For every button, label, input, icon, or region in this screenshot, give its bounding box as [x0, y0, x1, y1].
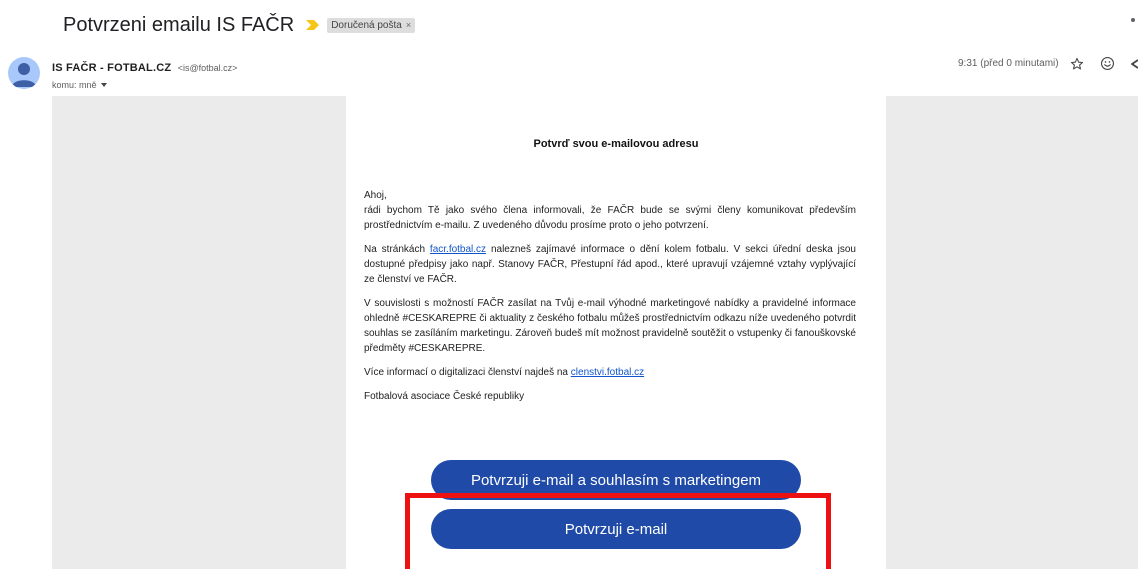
- person-avatar-icon: [8, 57, 40, 89]
- sender-block: IS FAČR - FOTBAL.CZ <is@fotbal.cz> komu:…: [52, 58, 237, 90]
- importance-marker-icon[interactable]: [306, 20, 320, 30]
- greeting: Ahoj,: [364, 190, 387, 201]
- website-text-before: Na stránkách: [364, 244, 430, 255]
- timestamp: 9:31 (před 0 minutami): [958, 58, 1059, 69]
- reply-icon[interactable]: [1131, 59, 1138, 69]
- emoji-icon[interactable]: [1100, 56, 1115, 71]
- sender-name[interactable]: IS FAČR - FOTBAL.CZ: [52, 62, 171, 74]
- email-subject: Potvrzeni emailu IS FAČR: [63, 13, 295, 36]
- facr-link[interactable]: facr.fotbal.cz: [430, 244, 486, 255]
- label-chip-inbox: Doručená pošta ×: [327, 17, 416, 33]
- label-chip-text: Doručená pošta: [331, 19, 402, 31]
- signature: Fotbalová asociace České republiky: [364, 391, 525, 402]
- sender-email: <is@fotbal.cz>: [177, 63, 238, 73]
- marketing-paragraph: V souvislosti s možností FAČR zasílat na…: [364, 298, 856, 354]
- membership-text: Více informací o digitalizaci členství n…: [364, 367, 571, 378]
- chevron-down-icon[interactable]: [100, 83, 107, 87]
- email-body: Ahoj, rádi bychom Tě jako svého člena in…: [364, 188, 856, 413]
- print-icon[interactable]: [1131, 18, 1135, 22]
- subject-row: Potvrzeni emailu IS FAČR Doručená pošta …: [63, 10, 416, 40]
- confirm-email-marketing-button[interactable]: Potvrzuji e-mail a souhlasím s marketing…: [431, 460, 801, 500]
- star-icon[interactable]: [1070, 57, 1084, 71]
- greeting-paragraph: Ahoj, rádi bychom Tě jako svého člena in…: [364, 188, 856, 233]
- email-heading: Potvrď svou e-mailovou adresu: [533, 138, 699, 150]
- clenstvi-link[interactable]: clenstvi.fotbal.cz: [571, 367, 644, 378]
- confirm-email-button[interactable]: Potvrzuji e-mail: [431, 509, 801, 549]
- label-chip-remove-icon[interactable]: ×: [406, 20, 411, 30]
- website-paragraph: Na stránkách facr.fotbal.cz nalezneš zaj…: [364, 242, 856, 287]
- membership-paragraph: Více informací o digitalizaci členství n…: [364, 365, 856, 380]
- recipient-text: komu: mně: [52, 80, 97, 90]
- recipient-toggle[interactable]: komu: mně: [52, 80, 237, 90]
- intro-text: rádi bychom Tě jako svého člena informov…: [364, 205, 856, 231]
